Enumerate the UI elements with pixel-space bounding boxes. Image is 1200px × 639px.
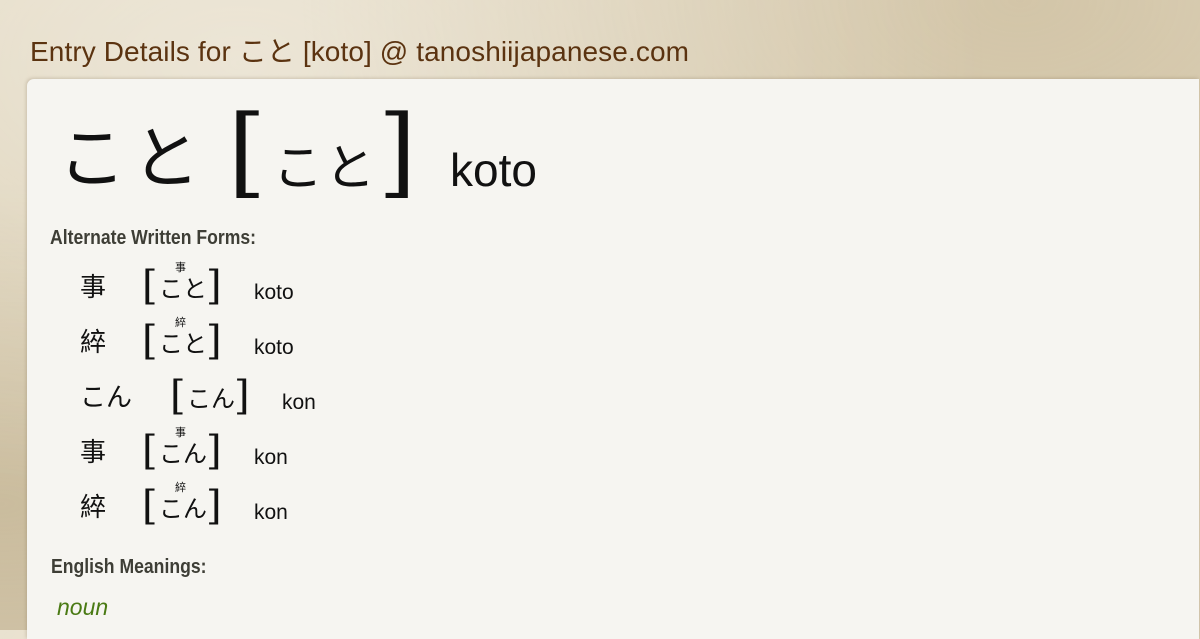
form-word: 綷	[80, 328, 107, 358]
alternate-forms-label: Alternate Written Forms:	[50, 227, 257, 249]
form-reading: こと	[159, 330, 207, 358]
form-bracket-open: [	[142, 318, 158, 364]
form-bracket-close: ]	[234, 373, 250, 419]
form-romaji: koto	[254, 336, 294, 359]
form-word: こん	[80, 383, 133, 413]
form-romaji: kon	[254, 501, 288, 524]
form-romaji: kon	[282, 391, 316, 414]
form-word: 事	[80, 438, 107, 468]
form-reading: こん	[159, 495, 207, 523]
form-bracket-open: [	[142, 483, 158, 529]
form-bracket-close: ]	[206, 428, 222, 474]
english-meanings-label: English Meanings:	[51, 556, 207, 578]
form-ruby: 事	[175, 261, 186, 274]
page-title: Entry Details for こと [koto] @ tanoshiija…	[30, 36, 690, 67]
form-ruby: 綷	[175, 481, 186, 494]
headword-bracket-close: ]	[378, 95, 417, 209]
form-bracket-open: [	[170, 373, 186, 419]
form-word: 綷	[80, 493, 107, 523]
form-ruby: 事	[175, 426, 186, 439]
form-bracket-close: ]	[206, 263, 222, 309]
form-bracket-close: ]	[206, 318, 222, 364]
headword-word: こと	[58, 120, 207, 199]
form-bracket-open: [	[142, 263, 158, 309]
form-reading: こん	[187, 385, 235, 413]
form-romaji: kon	[254, 446, 288, 469]
form-bracket-close: ]	[206, 483, 222, 529]
part-of-speech: noun	[57, 594, 109, 620]
headword-romaji: koto	[450, 144, 537, 196]
form-ruby: 綷	[175, 316, 186, 329]
form-romaji: koto	[254, 281, 294, 304]
form-bracket-open: [	[142, 428, 158, 474]
form-reading: こと	[159, 275, 207, 303]
headword-reading: こと	[273, 139, 377, 197]
headword-bracket-open: [	[228, 95, 267, 209]
form-reading: こん	[159, 440, 207, 468]
form-word: 事	[80, 273, 107, 303]
